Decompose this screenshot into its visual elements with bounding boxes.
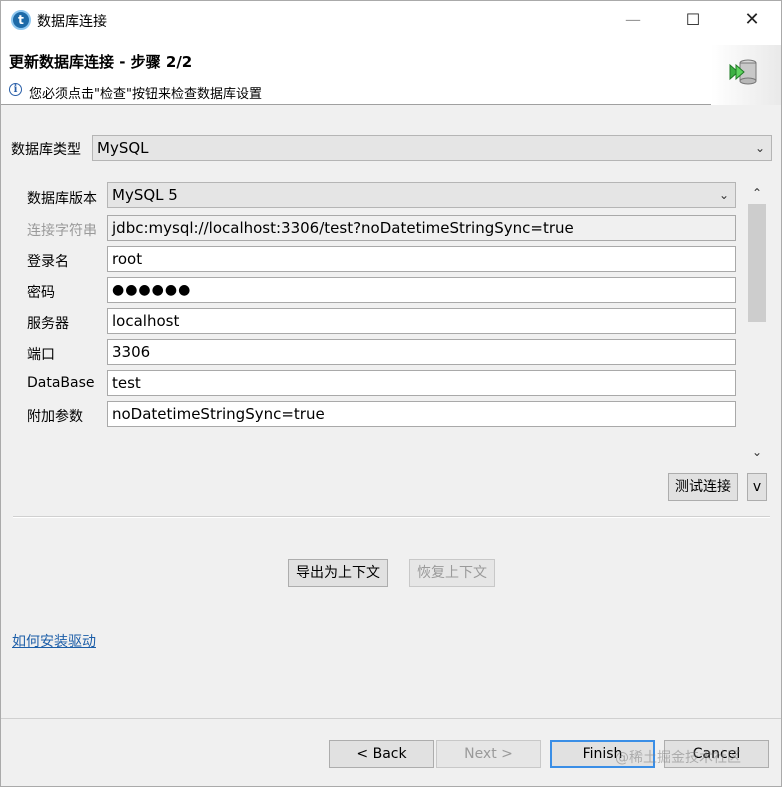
extra-params-label: 附加参数	[27, 409, 83, 425]
scroll-down-icon[interactable]: ⌄	[746, 443, 768, 461]
chevron-down-icon: ⌄	[754, 141, 765, 155]
db-type-value: MySQL	[97, 139, 149, 157]
chevron-down-icon: ⌄	[718, 188, 729, 202]
dialog-window: t 数据库连接 — ☐ ✕ 更新数据库连接 - 步骤 2/2 i 您必须点击"检…	[0, 0, 782, 787]
db-type-select[interactable]: MySQL ⌄	[92, 135, 772, 161]
db-version-value: MySQL 5	[112, 186, 178, 204]
watermark: @稀土掘金技术社区	[615, 750, 741, 766]
footer-divider	[1, 718, 781, 719]
extra-params-input[interactable]: noDatetimeStringSync=true	[107, 401, 736, 427]
port-label: 端口	[27, 347, 55, 363]
minimize-button[interactable]: —	[604, 1, 662, 39]
window-title: 数据库连接	[37, 14, 107, 30]
password-label: 密码	[27, 285, 55, 301]
db-type-label: 数据库类型	[11, 142, 81, 158]
db-version-label: 数据库版本	[27, 191, 97, 207]
connection-string-field[interactable]: jdbc:mysql://localhost:3306/test?noDatet…	[107, 215, 736, 241]
db-version-select[interactable]: MySQL 5 ⌄	[107, 182, 736, 208]
connection-string-label: 连接字符串	[27, 223, 97, 239]
database-connection-icon	[729, 59, 757, 85]
scrollbar-thumb[interactable]	[748, 204, 766, 322]
scroll-up-icon[interactable]: ⌃	[746, 184, 768, 202]
title-bar[interactable]: t 数据库连接 — ☐ ✕	[1, 1, 781, 39]
login-input[interactable]: root	[107, 246, 736, 272]
separator	[13, 516, 770, 518]
close-button[interactable]: ✕	[723, 1, 781, 39]
test-options-button[interactable]: v	[747, 473, 767, 501]
back-button[interactable]: < Back	[329, 740, 434, 768]
database-input[interactable]: test	[107, 370, 736, 396]
port-input[interactable]: 3306	[107, 339, 736, 365]
header-banner	[711, 45, 781, 105]
export-context-button[interactable]: 导出为上下文	[288, 559, 388, 587]
server-label: 服务器	[27, 316, 69, 332]
database-label: DataBase	[27, 375, 95, 391]
wizard-header: 更新数据库连接 - 步骤 2/2 i 您必须点击"检查"按钮来检查数据库设置	[1, 39, 781, 105]
next-button: Next >	[436, 740, 541, 768]
login-label: 登录名	[27, 254, 69, 270]
server-input[interactable]: localhost	[107, 308, 736, 334]
test-connection-button[interactable]: 测试连接	[668, 473, 738, 501]
password-input[interactable]: ●●●●●●	[107, 277, 736, 303]
maximize-button[interactable]: ☐	[664, 1, 722, 39]
app-icon: t	[11, 10, 31, 30]
wizard-step-title: 更新数据库连接 - 步骤 2/2	[9, 53, 193, 71]
form-scrollbar[interactable]: ⌃ ⌄	[746, 184, 768, 461]
wizard-message: 您必须点击"检查"按钮来检查数据库设置	[29, 87, 262, 102]
install-driver-link[interactable]: 如何安装驱动	[12, 631, 96, 651]
restore-context-button: 恢复上下文	[409, 559, 495, 587]
info-icon: i	[9, 83, 22, 96]
